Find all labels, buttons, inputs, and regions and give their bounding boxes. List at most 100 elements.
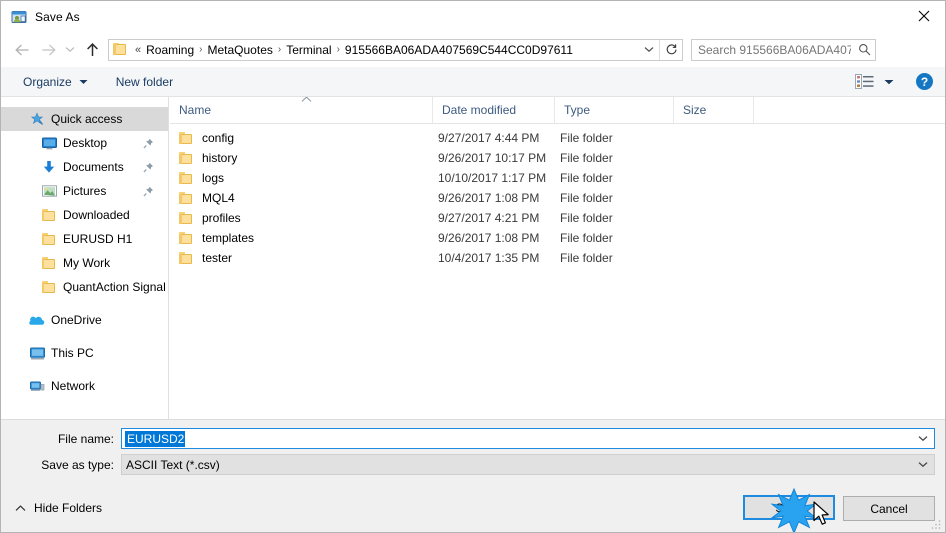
view-caret-down-icon[interactable] xyxy=(884,79,894,85)
navigation-pane: Quick access Desktop Documents Pictures … xyxy=(1,97,169,419)
hide-folders-button[interactable]: Hide Folders xyxy=(15,501,102,515)
sidebar-item-quick-access[interactable]: Quick access xyxy=(1,107,168,131)
file-date-cell: 9/27/2017 4:44 PM xyxy=(438,131,540,145)
new-folder-button[interactable]: New folder xyxy=(108,71,181,93)
resize-grip[interactable] xyxy=(930,517,942,529)
pin-icon[interactable] xyxy=(143,162,154,173)
sidebar-item-label: This PC xyxy=(51,346,94,360)
arrow-up-icon[interactable] xyxy=(79,37,105,63)
save-as-type-label: Save as type: xyxy=(41,457,114,472)
file-name-row: File name: EURUSD2 xyxy=(15,428,935,449)
file-name-label: tester xyxy=(202,251,233,265)
onedrive-icon xyxy=(29,312,45,328)
column-header-name[interactable]: Name xyxy=(170,97,432,123)
breadcrumb-separator[interactable]: › xyxy=(335,44,342,55)
title-bar: Save As xyxy=(1,1,945,32)
sidebar-item-desktop[interactable]: Desktop xyxy=(1,131,168,155)
sidebar-item-label: Downloaded xyxy=(63,208,130,222)
network-icon xyxy=(29,378,45,394)
file-date-cell: 9/26/2017 1:08 PM xyxy=(438,191,540,205)
table-row[interactable]: tester 10/4/2017 1:35 PM File folder xyxy=(170,248,945,268)
sidebar-item-eurusd-h1[interactable]: EURUSD H1 xyxy=(1,227,168,251)
arrow-right-icon[interactable] xyxy=(35,37,61,63)
organize-button[interactable]: Organize xyxy=(15,71,96,93)
breadcrumb-overflow[interactable]: « xyxy=(133,44,143,56)
table-row[interactable]: history 9/26/2017 10:17 PM File folder xyxy=(170,148,945,168)
breadcrumb-separator[interactable]: › xyxy=(276,44,283,55)
folder-icon xyxy=(41,207,57,223)
sidebar-item-label: OneDrive xyxy=(51,313,102,327)
close-button[interactable] xyxy=(901,1,945,31)
folder-icon xyxy=(179,132,194,144)
file-name-cell: tester xyxy=(179,251,232,265)
breadcrumb-item-terminal[interactable]: Terminal xyxy=(283,43,334,57)
save-as-icon xyxy=(11,9,27,25)
column-header-size[interactable]: Size xyxy=(673,97,753,123)
file-type-cell: File folder xyxy=(560,171,613,185)
save-as-type-select[interactable]: ASCII Text (*.csv) xyxy=(121,454,935,475)
sidebar-item-my-work[interactable]: My Work xyxy=(1,251,168,275)
table-row[interactable]: MQL4 9/26/2017 1:08 PM File folder xyxy=(170,188,945,208)
sidebar-item-downloaded[interactable]: Downloaded xyxy=(1,203,168,227)
sidebar-item-network[interactable]: Network xyxy=(1,374,168,398)
table-row[interactable]: profiles 9/27/2017 4:21 PM File folder xyxy=(170,208,945,228)
arrow-left-icon[interactable] xyxy=(9,37,35,63)
folder-icon xyxy=(179,192,194,204)
sidebar-item-label: Quick access xyxy=(51,112,123,126)
sidebar-item-pictures[interactable]: Pictures xyxy=(1,179,168,203)
file-date-cell: 9/26/2017 10:17 PM xyxy=(438,151,547,165)
sidebar-item-onedrive[interactable]: OneDrive xyxy=(1,308,168,332)
save-as-type-chevron-down-icon[interactable] xyxy=(912,455,934,474)
breadcrumb-item-roaming[interactable]: Roaming xyxy=(143,43,197,57)
address-bar[interactable]: « Roaming › MetaQuotes › Terminal › 9155… xyxy=(108,38,683,61)
sidebar-item-quantaction-signal[interactable]: QuantAction Signal xyxy=(1,275,168,299)
folder-icon xyxy=(179,212,194,224)
pin-icon[interactable] xyxy=(143,186,154,197)
breadcrumb-separator[interactable]: › xyxy=(197,44,204,55)
caret-down-icon xyxy=(79,79,88,85)
file-date-cell: 9/27/2017 4:21 PM xyxy=(438,211,540,225)
cancel-button[interactable]: Cancel xyxy=(843,496,935,521)
column-header-label: Size xyxy=(683,103,707,117)
file-date-cell: 9/26/2017 1:08 PM xyxy=(438,231,540,245)
file-name-label: File name: xyxy=(57,431,114,446)
details-view-icon[interactable] xyxy=(855,74,875,90)
breadcrumb-item-terminal-id[interactable]: 915566BA06ADA407569C544CC0D97611 xyxy=(342,43,576,57)
column-header-filler xyxy=(753,97,945,123)
recent-locations-chevron-down-icon[interactable] xyxy=(61,37,79,63)
file-name-cell: config xyxy=(179,131,234,145)
file-name-chevron-down-icon[interactable] xyxy=(912,429,934,448)
folder-icon xyxy=(41,231,57,247)
search-input[interactable] xyxy=(692,41,853,58)
file-date-cell: 10/4/2017 1:35 PM xyxy=(438,251,540,265)
breadcrumb-item-metaquotes[interactable]: MetaQuotes xyxy=(205,43,276,57)
folder-icon xyxy=(113,42,129,57)
refresh-icon[interactable] xyxy=(660,40,682,60)
file-name-label: templates xyxy=(202,231,255,245)
file-name-label: logs xyxy=(202,171,225,185)
file-name-cell: profiles xyxy=(179,211,241,225)
cancel-button-label: Cancel xyxy=(870,501,908,516)
save-button[interactable]: Save xyxy=(743,495,835,520)
table-row[interactable]: templates 9/26/2017 1:08 PM File folder xyxy=(170,228,945,248)
column-header-type[interactable]: Type xyxy=(554,97,673,123)
file-list-pane: Name Date modified Type Size config 9/27… xyxy=(170,97,945,419)
address-dropdown-chevron-down-icon[interactable] xyxy=(639,40,659,60)
column-header-date-modified[interactable]: Date modified xyxy=(432,97,554,123)
search-box[interactable] xyxy=(691,38,876,61)
file-type-cell: File folder xyxy=(560,151,613,165)
search-icon[interactable] xyxy=(853,40,875,60)
pin-icon[interactable] xyxy=(143,138,154,149)
table-row[interactable]: config 9/27/2017 4:44 PM File folder xyxy=(170,128,945,148)
sidebar-item-label: Pictures xyxy=(63,184,107,198)
table-row[interactable]: logs 10/10/2017 1:17 PM File folder xyxy=(170,168,945,188)
sidebar-item-documents[interactable]: Documents xyxy=(1,155,168,179)
folder-icon xyxy=(179,172,194,184)
file-type-cell: File folder xyxy=(560,251,613,265)
file-rows: config 9/27/2017 4:44 PM File folder his… xyxy=(170,124,945,268)
help-button[interactable]: ? xyxy=(916,73,933,90)
file-name-input[interactable]: EURUSD2 xyxy=(121,428,935,449)
sidebar-item-this-pc[interactable]: This PC xyxy=(1,341,168,365)
